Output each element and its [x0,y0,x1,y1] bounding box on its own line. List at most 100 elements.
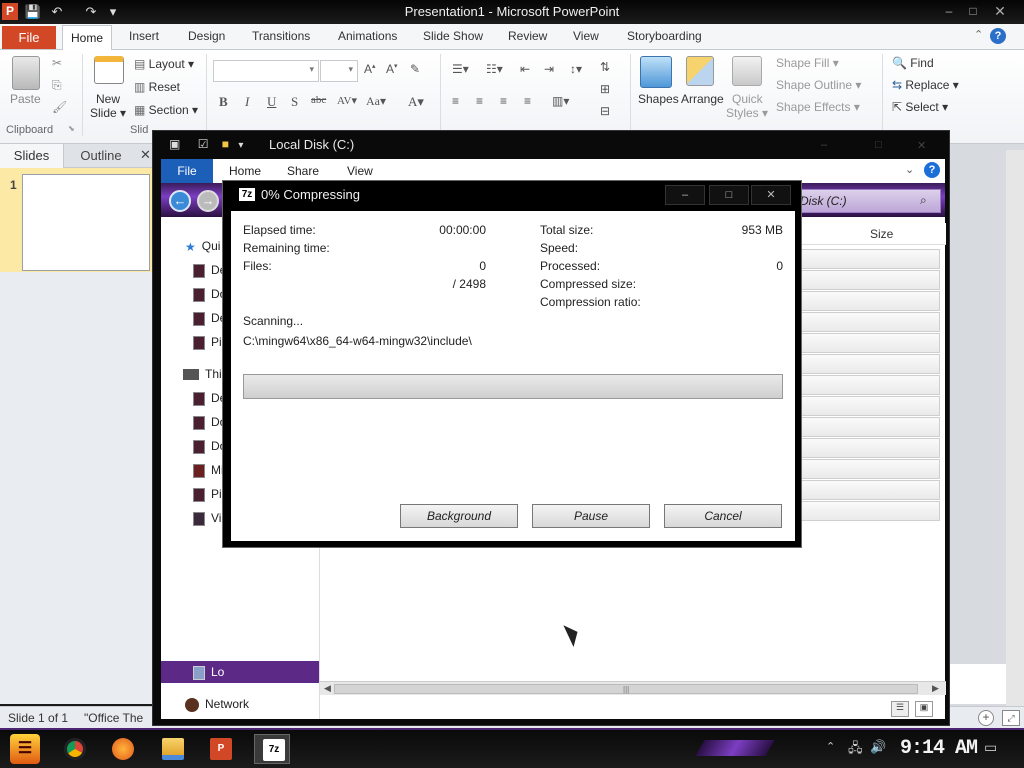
align-text-icon[interactable]: ⊞ [600,82,610,96]
shapes-icon[interactable] [640,56,672,88]
shapes-button[interactable]: Shapes [638,92,679,106]
chevron-down-icon[interactable]: ⌄ [905,163,914,176]
cancel-button[interactable]: Cancel [664,504,782,528]
close-icon[interactable]: ✕ [140,147,151,163]
search-input[interactable]: Disk (C:) ⌕ [795,189,941,213]
columns-icon[interactable]: ▥▾ [552,94,569,108]
shape-outline-button[interactable]: Shape Outline ▾ [776,78,861,92]
tab-transitions[interactable]: Transitions [252,29,310,43]
smartart-icon[interactable]: ⊟ [600,104,610,118]
format-painter-icon[interactable]: 🖌 [52,100,67,114]
slide-thumbnail[interactable] [22,174,150,271]
grow-font-icon[interactable]: A▴ [364,62,376,76]
dialog-maximize-button[interactable]: □ [709,185,749,205]
tab-outline[interactable]: Outline [70,144,132,168]
section-button[interactable]: ▦ Section ▾ [134,103,198,117]
taskbar-app-firefox[interactable] [104,734,140,764]
bullets-icon[interactable]: ☰▾ [452,62,469,76]
replace-button[interactable]: ⇆ Replace ▾ [892,78,959,92]
scrollbar-thumb[interactable]: ||| [334,684,918,694]
taskbar-app-chrome[interactable] [56,734,92,764]
quick-styles-icon[interactable] [732,56,762,86]
shadow-button[interactable]: S [291,94,298,110]
text-direction-icon[interactable]: ⇅ [600,60,610,74]
layout-button[interactable]: ▤ Layout ▾ [134,57,194,71]
tab-view[interactable]: View [573,29,599,43]
chevron-down-icon[interactable]: ▾ [238,140,243,151]
nav-item-music[interactable]: Mi [193,463,224,483]
scroll-right-icon[interactable]: ▶ [932,683,939,694]
increase-indent-icon[interactable]: ⇥ [544,62,554,76]
quick-styles-dropdown[interactable]: Styles ▾ [726,106,768,120]
network-tray-icon[interactable]: 🖧 [848,739,863,761]
align-center-icon[interactable]: ≡ [476,94,483,108]
italic-button[interactable]: I [245,94,249,110]
large-icons-view-icon[interactable]: ▣ [915,701,933,717]
theme-name[interactable]: "Office The [84,711,143,725]
properties-icon[interactable]: ☑ [198,137,209,151]
clock[interactable]: 9:14 AM [900,737,978,760]
details-view-icon[interactable]: ☰ [891,701,909,717]
underline-button[interactable]: U [267,94,276,110]
justify-icon[interactable]: ≡ [524,94,531,108]
nav-item-videos[interactable]: Vi [193,511,221,531]
scroll-left-icon[interactable]: ◀ [324,683,331,694]
pause-button[interactable]: Pause [532,504,650,528]
explorer-minimize-button[interactable]: – [821,139,827,151]
tab-review[interactable]: Review [508,29,547,43]
help-icon[interactable]: ? [924,162,940,178]
nav-item-this-pc[interactable]: Thi [183,367,222,387]
nav-item-network[interactable]: Network [185,697,249,717]
line-spacing-icon[interactable]: ↕▾ [570,62,582,76]
taskbar-app-explorer[interactable] [154,734,190,764]
new-folder-icon[interactable]: ■ [222,137,229,151]
taskbar-app-7zip[interactable]: 7z [254,734,290,764]
char-spacing-button[interactable]: AV▾ [337,94,357,107]
nav-item-pictures[interactable]: Pi [193,335,222,355]
tab-animations[interactable]: Animations [338,29,397,43]
arrange-icon[interactable] [686,56,714,86]
start-button[interactable]: ☰ [10,734,40,764]
select-button[interactable]: ⇱ Select ▾ [892,100,948,114]
explorer-tab-file[interactable]: File [161,159,213,183]
action-center-icon[interactable]: ▭ [984,739,997,756]
dialog-minimize-button[interactable]: – [665,185,705,205]
explorer-tab-share[interactable]: Share [287,164,319,178]
tab-file[interactable]: File [2,26,56,49]
bold-button[interactable]: B [219,94,228,110]
tab-slides[interactable]: Slides [0,144,64,168]
font-name-field[interactable]: ▾ [213,60,319,82]
explorer-tab-view[interactable]: View [347,164,373,178]
strikethrough-button[interactable]: abc [311,94,326,106]
change-case-button[interactable]: Aa▾ [366,94,386,109]
tab-home[interactable]: Home [62,25,112,51]
find-button[interactable]: 🔍 Find [892,56,934,70]
taskbar-app-powerpoint[interactable]: P [202,734,238,764]
zoom-in-icon[interactable]: + [978,710,994,726]
explorer-tab-home[interactable]: Home [229,164,261,178]
forward-arrow-icon[interactable]: → [197,190,219,212]
minimize-button[interactable]: – [940,4,958,18]
tab-design[interactable]: Design [188,29,225,43]
align-left-icon[interactable]: ≡ [452,94,459,108]
reset-button[interactable]: ▥ Reset [134,80,180,94]
paste-button[interactable]: Paste [10,92,41,106]
background-button[interactable]: Background [400,504,518,528]
horizontal-scrollbar[interactable]: ◀ ||| ▶ [320,681,946,695]
new-slide-dropdown[interactable]: Slide ▾ [90,106,126,120]
nav-item-local-disk[interactable]: Lo [193,665,224,685]
numbering-icon[interactable]: ☷▾ [486,62,503,76]
help-icon[interactable]: ? [990,28,1006,44]
close-button[interactable]: ✕ [990,3,1010,20]
clipboard-launcher-icon[interactable]: ⬊ [68,124,75,133]
arrange-button[interactable]: Arrange [681,92,724,106]
paste-icon[interactable] [12,56,40,90]
volume-icon[interactable]: 🔊 [870,739,886,755]
font-size-field[interactable]: ▾ [320,60,358,82]
nav-item-quick-access[interactable]: ★ Qui [185,239,220,259]
fit-to-window-icon[interactable]: ⤢ [1002,710,1020,726]
tab-storyboarding[interactable]: Storyboarding [627,29,702,43]
explorer-close-button[interactable]: ✕ [917,139,926,152]
shape-fill-button[interactable]: Shape Fill ▾ [776,56,839,70]
vertical-scrollbar[interactable] [1006,150,1024,706]
